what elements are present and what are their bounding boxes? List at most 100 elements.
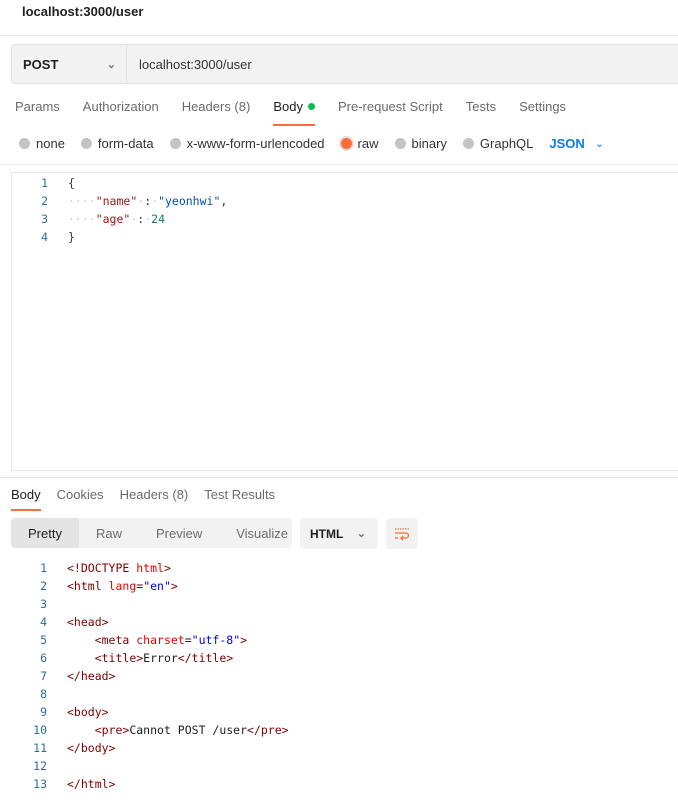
line-number: 1 [40, 561, 47, 575]
code-token: <html [67, 579, 109, 593]
radio-raw[interactable]: raw [340, 136, 379, 151]
tab-label: Headers (8) [181, 99, 251, 114]
line-number: 8 [40, 687, 47, 701]
tab-label: Pre-request Script [337, 99, 443, 114]
radio-none[interactable]: none [19, 136, 65, 151]
code-line: <html lang="en"> [67, 579, 178, 593]
response-tab-test-results[interactable]: Test Results [204, 487, 275, 511]
code-token: <pre> [94, 723, 130, 737]
status-dot-icon [307, 103, 315, 110]
code-token: "age" [95, 212, 131, 226]
line-number: 9 [40, 705, 47, 719]
code-token: <!DOCTYPE [67, 561, 137, 575]
line-number: 2 [41, 194, 48, 208]
code-token: = [184, 633, 192, 647]
response-tab-cookies[interactable]: Cookies [57, 487, 104, 511]
response-tab-headers[interactable]: Headers (8) [120, 487, 189, 511]
radio-label: form-data [97, 136, 154, 151]
tab-label: Tests [465, 99, 497, 114]
view-mode-visualize[interactable]: Visualize [219, 518, 305, 548]
view-mode-selector: Pretty Raw Preview Visualize [11, 518, 292, 548]
radio-label: binary [411, 136, 447, 151]
tab-tests[interactable]: Tests [466, 99, 496, 126]
radio-form-data[interactable]: form-data [80, 136, 154, 151]
url-input[interactable]: localhost:3000/user [127, 57, 252, 72]
line-number: 4 [41, 230, 48, 244]
code-token: 24 [151, 212, 165, 226]
line-number: 10 [33, 723, 47, 737]
code-token: { [68, 176, 75, 190]
response-tabs: Body Cookies Headers (8) Test Results [11, 487, 291, 511]
request-tabs: Params Authorization Headers (8) Body Pre-re… [15, 99, 589, 126]
code-line: <title>Error</title> [67, 651, 233, 665]
code-token: "en" [143, 579, 171, 593]
radio-button-icon [340, 138, 352, 149]
tab-params[interactable]: Params [15, 99, 60, 126]
line-number: 3 [41, 212, 48, 226]
chevron-down-icon: ⌄ [594, 138, 605, 150]
code-token: } [68, 230, 75, 244]
radio-button-icon [169, 138, 181, 149]
method-label: POST [23, 56, 59, 72]
code-line: ····"age"·:·24 [68, 212, 165, 226]
code-line: ····"name"·:·"yeonhwi", [68, 194, 227, 208]
tab-headers[interactable]: Headers (8) [182, 99, 251, 126]
code-token: > [163, 561, 171, 575]
code-token: "utf-8" [191, 633, 241, 647]
request-body-editor[interactable]: 1 {2 ····"name"·:·"yeonhwi", 3 ····"age"·:·2… [11, 172, 678, 471]
response-format-select[interactable]: HTML ⌄ [300, 518, 378, 549]
wrap-lines-icon [395, 527, 410, 540]
window-title: localhost:3000/user [22, 4, 144, 19]
view-mode-raw[interactable]: Raw [79, 518, 139, 548]
line-number: 6 [40, 651, 47, 665]
line-number: 13 [33, 777, 47, 791]
method-select[interactable]: POST ⌄ [12, 45, 127, 83]
code-line: </html> [67, 777, 115, 791]
line-number: 4 [40, 615, 47, 629]
code-line: <body> [67, 705, 109, 719]
code-token: </html> [67, 777, 116, 791]
line-number: 1 [41, 176, 48, 190]
code-token: </title> [177, 651, 234, 665]
tab-settings[interactable]: Settings [519, 99, 566, 126]
radio-x-www-form-urlencoded[interactable]: x-www-form-urlencoded [169, 136, 325, 151]
tab-pre-request-script[interactable]: Pre-request Script [338, 99, 443, 126]
code-token: ···· [68, 212, 96, 226]
code-token: charset [136, 633, 185, 647]
code-token: html [136, 561, 164, 575]
chevron-down-icon: ⌄ [106, 58, 116, 71]
radio-button-icon [462, 138, 474, 149]
code-token: "name" [95, 194, 138, 208]
radio-GraphQL[interactable]: GraphQL [462, 136, 533, 151]
code-token: <meta [94, 633, 137, 647]
code-token: <title> [94, 651, 144, 665]
radio-button-icon [394, 138, 406, 149]
line-number: 5 [40, 633, 47, 647]
radio-label: none [36, 136, 65, 151]
tab-label: Params [15, 99, 60, 114]
tab-body[interactable]: Body [273, 99, 315, 126]
code-line: <head> [67, 615, 109, 629]
code-token: > [240, 633, 248, 647]
tab-authorization[interactable]: Authorization [83, 99, 159, 126]
response-tab-body[interactable]: Body [11, 487, 41, 511]
radio-label: raw [357, 136, 379, 151]
code-token: Cannot POST /user [129, 723, 248, 737]
line-number: 3 [40, 597, 47, 611]
code-line: </head> [67, 669, 115, 683]
wrap-lines-button[interactable] [386, 518, 418, 549]
radio-binary[interactable]: binary [394, 136, 447, 151]
view-mode-pretty[interactable]: Pretty [11, 518, 79, 548]
code-line: { [68, 176, 75, 190]
view-mode-preview[interactable]: Preview [139, 518, 219, 548]
code-token: Error [143, 651, 178, 665]
code-token: </pre> [247, 723, 289, 737]
divider [0, 164, 678, 165]
divider [0, 35, 678, 36]
code-token: <body> [67, 705, 109, 719]
code-token: lang [108, 579, 137, 593]
line-number: 2 [40, 579, 47, 593]
body-format-select[interactable]: JSON [549, 136, 584, 151]
